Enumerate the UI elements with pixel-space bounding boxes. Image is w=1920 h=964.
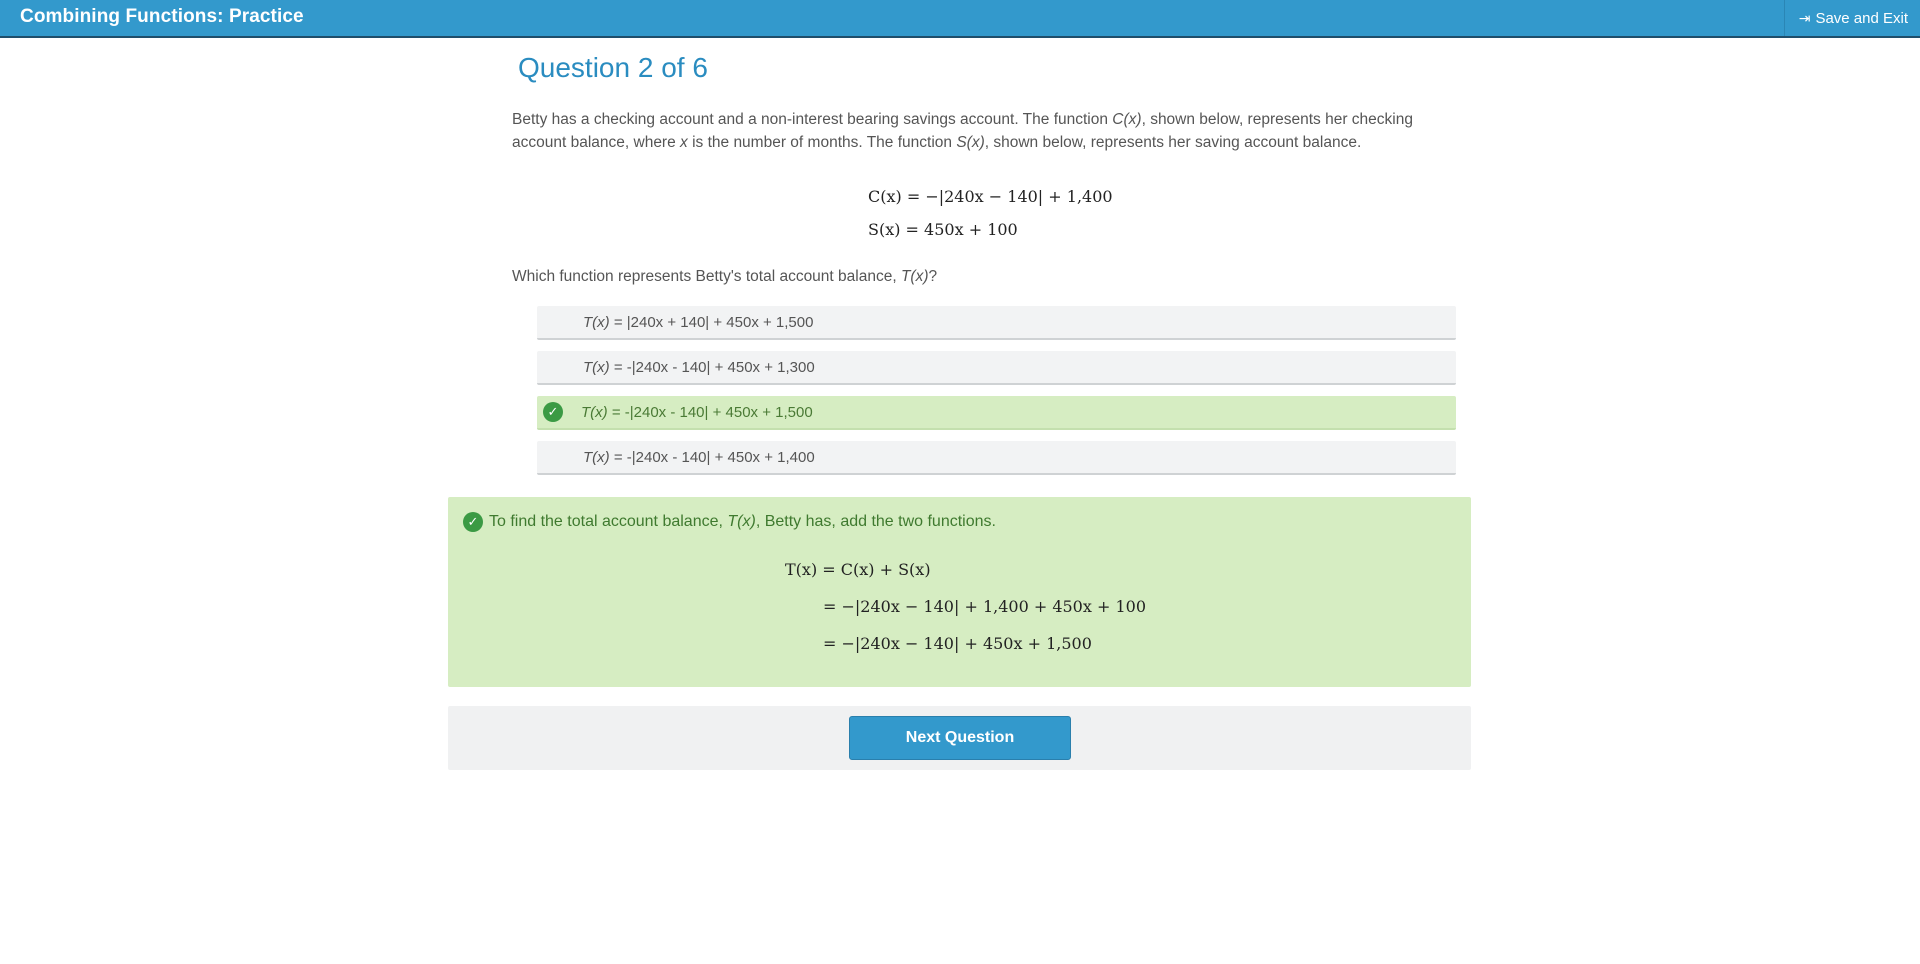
question-panel: Question 2 of 6 Betty has a checking acc… bbox=[512, 38, 1460, 486]
sign-in-icon: ⇥ bbox=[1798, 10, 1811, 26]
app-title: Combining Functions: Practice bbox=[20, 6, 304, 27]
answer-choice-4[interactable]: T(x) = -|240x - 140| + 450x + 1,400 bbox=[537, 441, 1456, 476]
feedback-header: ✓ To find the total account balance, T(x… bbox=[463, 512, 996, 532]
answer-choice-3[interactable]: ✓ T(x) = -|240x - 140| + 450x + 1,500 bbox=[537, 396, 1456, 431]
choice-text: T(x) = -|240x - 140| + 450x + 1,400 bbox=[583, 448, 815, 466]
feedback-line-2: = −|240x − 140| + 1,400 + 450x + 100 bbox=[823, 597, 1146, 616]
top-bar: Combining Functions: Practice ⇥ Save and… bbox=[0, 0, 1920, 38]
answer-choice-1[interactable]: T(x) = |240x + 140| + 450x + 1,500 bbox=[537, 306, 1456, 341]
equation-c: C(x) = −|240x − 140| + 1,400 bbox=[868, 187, 1113, 207]
feedback-line-1: T(x) = C(x) + S(x) bbox=[785, 560, 931, 579]
equation-s: S(x) = 450x + 100 bbox=[868, 220, 1018, 240]
given-equations: C(x) = −|240x − 140| + 1,400 S(x) = 450x… bbox=[868, 180, 1460, 246]
save-and-exit-button[interactable]: ⇥ Save and Exit bbox=[1783, 0, 1920, 36]
question-prompt: Betty has a checking account and a non-i… bbox=[512, 111, 1413, 152]
question-title: Question 2 of 6 bbox=[518, 52, 708, 83]
choice-text: T(x) = |240x + 140| + 450x + 1,500 bbox=[583, 313, 814, 331]
feedback-panel: ✓ To find the total account balance, T(x… bbox=[448, 497, 1471, 687]
feedback-equations: T(x) = C(x) + S(x) = −|240x − 140| + 1,4… bbox=[785, 551, 1146, 662]
save-and-exit-label: Save and Exit bbox=[1815, 9, 1908, 27]
answer-choices: T(x) = |240x + 140| + 450x + 1,500 T(x) … bbox=[537, 306, 1456, 476]
choice-text: T(x) = -|240x - 140| + 450x + 1,500 bbox=[581, 403, 813, 421]
feedback-line-3: = −|240x − 140| + 450x + 1,500 bbox=[823, 634, 1092, 653]
choice-text: T(x) = -|240x - 140| + 450x + 1,300 bbox=[583, 358, 815, 376]
feedback-text: To find the total account balance, T(x),… bbox=[489, 513, 996, 530]
next-question-button[interactable]: Next Question bbox=[849, 716, 1071, 760]
answer-choice-2[interactable]: T(x) = -|240x - 140| + 450x + 1,300 bbox=[537, 351, 1456, 386]
check-circle-icon: ✓ bbox=[543, 402, 563, 423]
next-question-bar: Next Question bbox=[448, 706, 1471, 770]
check-circle-icon: ✓ bbox=[463, 512, 483, 532]
question-ask: Which function represents Betty's total … bbox=[512, 268, 938, 286]
